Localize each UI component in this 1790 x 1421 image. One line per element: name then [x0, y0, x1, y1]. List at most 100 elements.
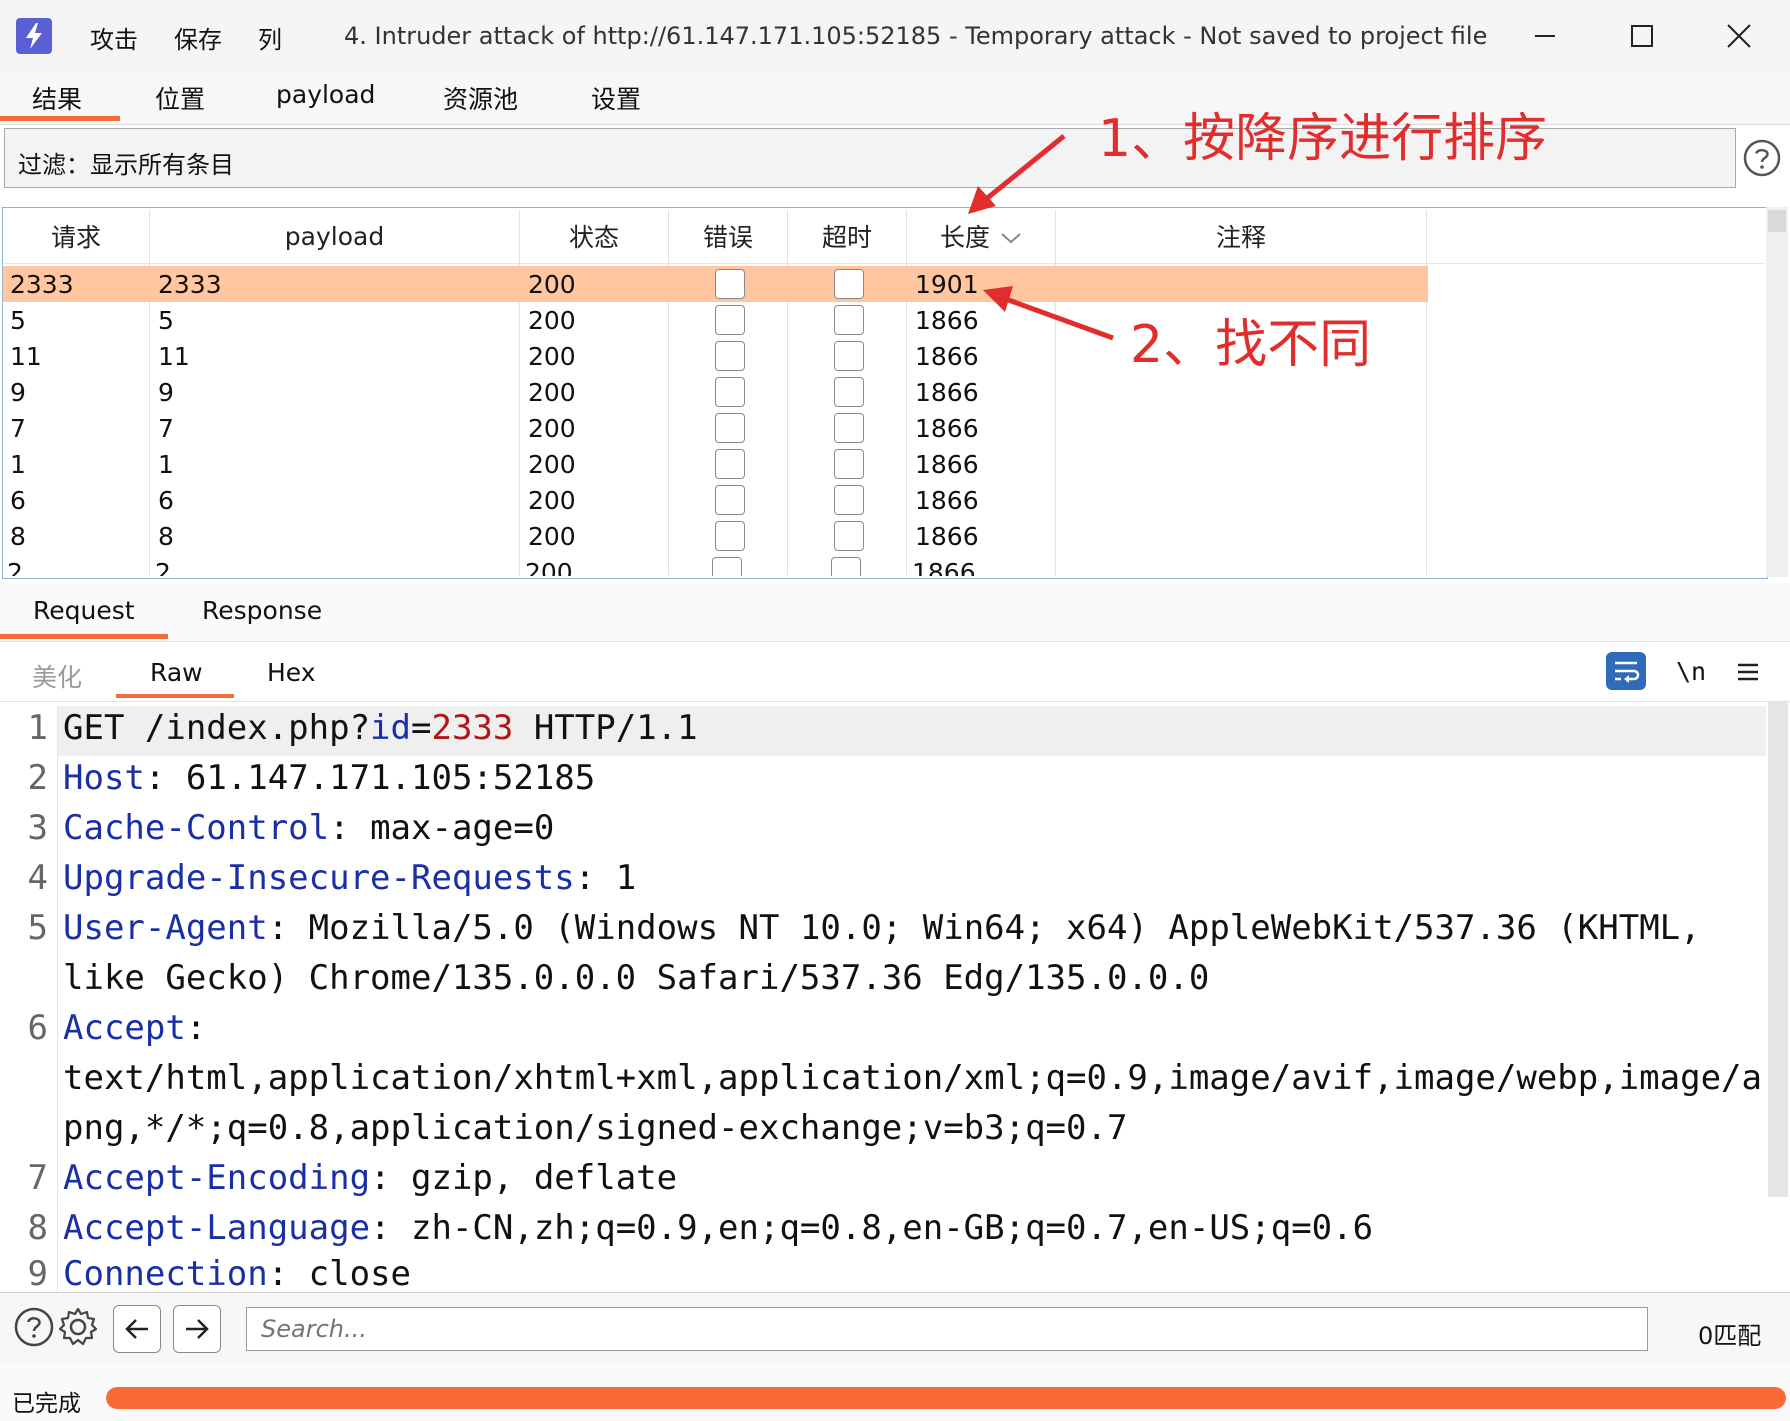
column-header-status[interactable]: 状态 [520, 208, 668, 264]
table-scrollbar[interactable] [1766, 207, 1788, 577]
tab-payloads[interactable]: payload [276, 80, 375, 120]
menu-attack[interactable]: 攻击 [90, 20, 138, 55]
tab-results[interactable]: 结果 [32, 80, 82, 120]
line-number: 1 [27, 708, 48, 748]
cell-request: 5 [10, 306, 26, 335]
filter-label[interactable]: 过滤：显示所有条目 [18, 145, 234, 180]
cell-status: 200 [525, 558, 573, 576]
annotation-arrow-1 [968, 134, 1066, 214]
tab-positions[interactable]: 位置 [155, 80, 205, 120]
maximize-icon[interactable] [1617, 14, 1667, 58]
header-sep: : [267, 1254, 309, 1294]
tab-response[interactable]: Response [202, 596, 322, 625]
timeout-checkbox[interactable] [834, 341, 864, 371]
tab-raw[interactable]: Raw [150, 658, 203, 687]
previous-match-button[interactable] [113, 1305, 161, 1353]
error-checkbox[interactable] [715, 449, 745, 479]
cell-payload: 2 [155, 558, 171, 576]
timeout-checkbox[interactable] [834, 377, 864, 407]
column-header-payload[interactable]: payload [150, 208, 519, 264]
search-input[interactable] [246, 1307, 1648, 1351]
cell-request: 1 [10, 450, 26, 479]
line-number: 9 [27, 1254, 48, 1294]
timeout-checkbox[interactable] [834, 305, 864, 335]
minimize-icon[interactable] [1520, 14, 1570, 58]
error-checkbox[interactable] [712, 557, 742, 576]
cell-request: 8 [10, 522, 26, 551]
next-match-button[interactable] [173, 1305, 221, 1353]
cell-payload: 5 [158, 306, 174, 335]
header-value-continuation: text/html,application/xhtml+xml,applicat… [63, 1058, 1762, 1098]
tab-pretty[interactable]: 美化 [32, 658, 82, 694]
header-line: Accept-Language: zh-CN,zh;q=0.9,en;q=0.8… [63, 1208, 1373, 1248]
table-row[interactable]: 6 6 200 1866 [3, 482, 1428, 518]
help-icon[interactable] [12, 1305, 56, 1349]
header-sep: : [574, 858, 616, 898]
tab-request[interactable]: Request [33, 596, 135, 625]
gutter-divider [57, 706, 58, 1292]
cell-request: 11 [10, 342, 42, 371]
table-row[interactable]: 1 1 200 1866 [3, 446, 1428, 482]
header-name: Accept-Encoding [63, 1158, 371, 1198]
editor-scrollbar[interactable] [1768, 702, 1788, 1197]
cell-request: 2333 [10, 270, 74, 299]
table-row[interactable]: 8 8 200 1866 [3, 518, 1428, 554]
cell-status: 200 [528, 450, 576, 479]
timeout-checkbox[interactable] [834, 449, 864, 479]
table-row[interactable]: 9 9 200 1866 [3, 374, 1428, 410]
cell-length: 1866 [915, 378, 979, 407]
header-value-continuation: png,*/*;q=0.8,application/signed-exchang… [63, 1108, 1128, 1148]
menu-columns[interactable]: 列 [258, 20, 282, 55]
active-tab-indicator [0, 116, 120, 121]
timeout-checkbox[interactable] [834, 413, 864, 443]
cell-payload: 6 [158, 486, 174, 515]
cell-status: 200 [528, 522, 576, 551]
cell-length: 1866 [915, 450, 979, 479]
line-number: 6 [27, 1008, 48, 1048]
error-checkbox[interactable] [715, 485, 745, 515]
show-newlines-button[interactable]: \n [1676, 657, 1706, 686]
timeout-checkbox[interactable] [834, 269, 864, 299]
error-checkbox[interactable] [715, 413, 745, 443]
table-row[interactable]: 7 7 200 1866 [3, 410, 1428, 446]
tab-resource-pool[interactable]: 资源池 [443, 80, 518, 120]
menu-save[interactable]: 保存 [174, 20, 222, 55]
cell-payload: 8 [158, 522, 174, 551]
header-name: Accept [63, 1008, 186, 1048]
table-row[interactable]: 2333 2333 200 1901 [3, 266, 1428, 302]
header-name: Cache-Control [63, 808, 330, 848]
column-header-error[interactable]: 错误 [669, 208, 787, 264]
header-value: max-age=0 [370, 808, 555, 848]
tab-settings[interactable]: 设置 [591, 80, 641, 120]
table-scrollbar-thumb[interactable] [1768, 210, 1786, 232]
table-row[interactable]: 2 2 200 1866 [3, 554, 1428, 576]
error-checkbox[interactable] [715, 341, 745, 371]
error-checkbox[interactable] [715, 377, 745, 407]
column-header-comment[interactable]: 注释 [1056, 208, 1426, 264]
cell-length: 1866 [915, 414, 979, 443]
timeout-checkbox[interactable] [831, 557, 861, 576]
header-sep: : [329, 808, 371, 848]
column-header-timeout[interactable]: 超时 [788, 208, 906, 264]
request-line: GET /index.php?id=2333 HTTP/1.1 [63, 708, 698, 748]
settings-gear-icon[interactable] [56, 1305, 100, 1349]
error-checkbox[interactable] [715, 305, 745, 335]
header-sep: : [144, 758, 186, 798]
header-value: close [308, 1254, 412, 1294]
line-number: 2 [27, 758, 48, 798]
timeout-checkbox[interactable] [834, 521, 864, 551]
column-header-request[interactable]: 请求 [3, 208, 149, 264]
help-icon[interactable] [1742, 138, 1782, 178]
tab-hex[interactable]: Hex [267, 658, 316, 687]
error-checkbox[interactable] [715, 521, 745, 551]
timeout-checkbox[interactable] [834, 485, 864, 515]
header-value: Mozilla/5.0 (Windows NT 10.0; Win64; x64… [308, 908, 1701, 948]
header-name: Host [63, 758, 145, 798]
header-name: User-Agent [63, 908, 268, 948]
close-icon[interactable] [1714, 14, 1764, 58]
match-count: 0匹配 [1698, 1322, 1762, 1350]
header-value: 61.147.171.105:52185 [185, 758, 596, 798]
wrap-lines-icon[interactable] [1606, 652, 1646, 690]
error-checkbox[interactable] [715, 269, 745, 299]
hamburger-menu-icon[interactable] [1736, 660, 1760, 684]
